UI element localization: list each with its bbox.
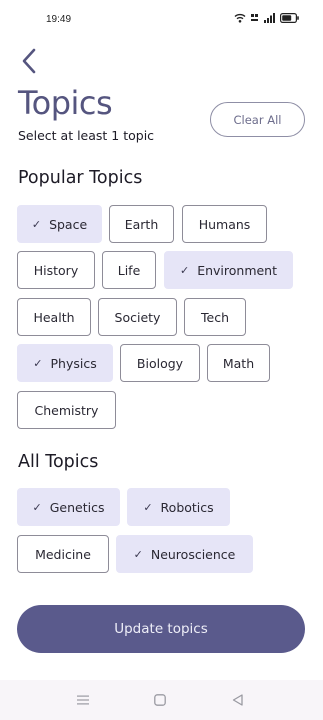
chip-label: Earth: [124, 216, 159, 232]
status-time: 19:49: [46, 14, 72, 25]
chip-label: Genetics: [49, 499, 105, 515]
chip-label: Medicine: [35, 546, 91, 562]
chip-math[interactable]: ✓ Math: [207, 344, 270, 382]
chip-label: Space: [49, 216, 88, 232]
chip-robotics[interactable]: ✓ Robotics: [127, 488, 230, 526]
chevron-left-icon: [22, 48, 36, 74]
chip-label: Neuroscience: [150, 546, 236, 562]
chip-physics[interactable]: ✓ Physics: [17, 344, 113, 382]
popular-topics-title: Popular Topics: [18, 168, 143, 188]
chip-label: Robotics: [160, 499, 214, 515]
page-subtitle: Select at least 1 topic: [18, 128, 155, 143]
status-bar: 19:49: [0, 0, 323, 40]
chip-label: Humans: [198, 216, 251, 232]
check-icon: ✓: [143, 500, 153, 514]
update-topics-button[interactable]: Update topics: [17, 605, 305, 653]
chip-chemistry[interactable]: ✓ Chemistry: [17, 391, 116, 429]
back-button[interactable]: [14, 44, 44, 78]
chip-label: Physics: [50, 355, 97, 371]
signal-icon: [264, 13, 275, 23]
page-title: Topics: [18, 84, 113, 122]
chip-biology[interactable]: ✓ Biology: [120, 344, 200, 382]
chip-environment[interactable]: ✓ Environment: [164, 251, 293, 289]
chip-earth[interactable]: ✓ Earth: [109, 205, 174, 243]
chip-society[interactable]: ✓ Society: [98, 298, 177, 336]
chip-label: Chemistry: [34, 402, 99, 418]
check-icon: ✓: [32, 500, 42, 514]
chip-tech[interactable]: ✓ Tech: [184, 298, 246, 336]
back-triangle-icon: [232, 694, 243, 706]
nav-home-button[interactable]: [148, 690, 172, 710]
wifi-icon: [234, 13, 246, 23]
chip-medicine[interactable]: ✓ Medicine: [17, 535, 109, 573]
check-icon: ✓: [33, 356, 43, 370]
chip-label: Environment: [197, 262, 278, 278]
status-icons: [234, 13, 299, 23]
volte-icon: [251, 14, 258, 21]
chip-label: Health: [33, 309, 75, 325]
chip-history[interactable]: ✓ History: [17, 251, 95, 289]
check-icon: ✓: [31, 217, 42, 231]
all-topics-title: All Topics: [18, 452, 99, 472]
chip-label: Math: [222, 355, 255, 371]
chip-label: Society: [114, 309, 161, 325]
chip-neuroscience[interactable]: ✓ Neuroscience: [116, 535, 253, 573]
clear-all-button[interactable]: Clear All: [210, 102, 305, 137]
menu-icon: [77, 695, 89, 705]
home-square-icon: [154, 694, 166, 706]
nav-menu-button[interactable]: [71, 690, 95, 710]
chip-label: History: [33, 262, 79, 278]
system-nav-bar: [0, 680, 323, 720]
chip-health[interactable]: ✓ Health: [17, 298, 91, 336]
check-icon: ✓: [133, 547, 143, 561]
chip-genetics[interactable]: ✓ Genetics: [17, 488, 120, 526]
chip-life[interactable]: ✓ Life: [102, 251, 156, 289]
chip-space[interactable]: ✓ Space: [17, 205, 102, 243]
chip-label: Tech: [201, 309, 229, 325]
nav-back-button[interactable]: [225, 690, 249, 710]
chip-humans[interactable]: ✓ Humans: [182, 205, 267, 243]
battery-icon: [280, 13, 299, 23]
chip-label: Biology: [136, 355, 184, 371]
chip-label: Life: [117, 262, 141, 278]
check-icon: ✓: [179, 263, 190, 277]
